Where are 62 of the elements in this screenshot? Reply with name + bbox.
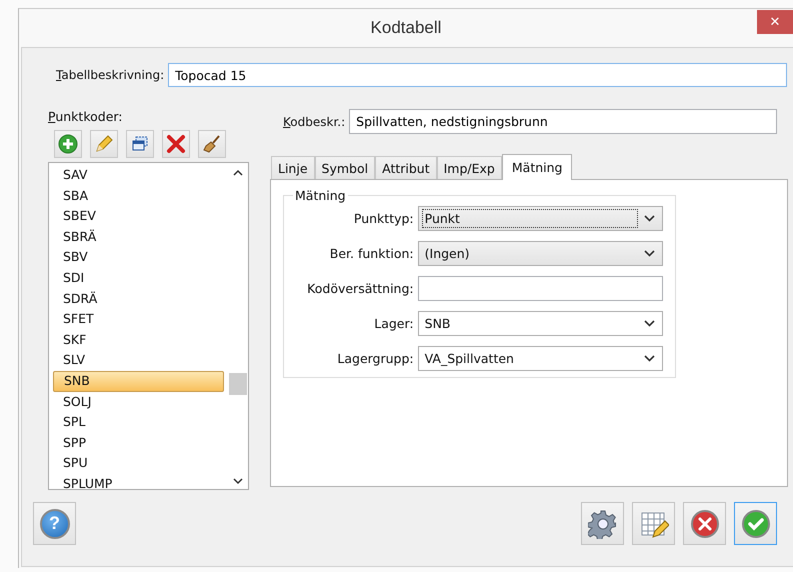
- dropdown[interactable]: Punkt: [418, 206, 663, 231]
- list-item[interactable]: SPU: [53, 453, 224, 474]
- settings-button[interactable]: [581, 502, 624, 545]
- delete-icon: [166, 134, 186, 154]
- tab[interactable]: Attribut: [375, 156, 437, 179]
- cancel-button[interactable]: [683, 502, 726, 545]
- input-field[interactable]: [418, 276, 663, 301]
- input-field[interactable]: Spillvatten, nedstigningsbrunn: [349, 109, 777, 134]
- list-item[interactable]: SPLUMP: [53, 474, 224, 489]
- field-label: Tabellbeskrivning:: [56, 68, 164, 82]
- scroll-down-icon: [233, 478, 243, 485]
- list-item[interactable]: SBRÄ: [53, 226, 224, 248]
- list-item[interactable]: SFET: [53, 309, 224, 330]
- list-item[interactable]: SDRÄ: [53, 288, 224, 310]
- list-item[interactable]: SPP: [53, 432, 224, 454]
- field-label: Lagergrupp:: [336, 351, 414, 366]
- window-title: Kodtabell: [370, 18, 442, 38]
- chevron-down-icon: [644, 250, 655, 257]
- broom-icon: [202, 134, 222, 154]
- close-button[interactable]: ✕: [757, 10, 793, 34]
- chevron-down-icon: [644, 355, 655, 362]
- dropdown[interactable]: VA_Spillvatten: [418, 346, 663, 371]
- field-label: Kodöversättning:: [306, 281, 414, 296]
- scrollbar-thumb[interactable]: [229, 373, 247, 395]
- toolbar-button[interactable]: [198, 130, 226, 158]
- list-item[interactable]: SKF: [53, 330, 224, 350]
- toolbar-button[interactable]: [90, 130, 118, 158]
- group-title: Mätning: [293, 188, 348, 203]
- dropdown[interactable]: (Ingen): [418, 241, 663, 266]
- field-label: Ber. funktion:: [328, 246, 414, 261]
- list-item[interactable]: SBV: [53, 247, 224, 268]
- list-item[interactable]: SDI: [53, 268, 224, 289]
- list-item[interactable]: SPL: [53, 412, 224, 433]
- gear-icon: [588, 508, 618, 538]
- tab[interactable]: Linje: [271, 156, 315, 179]
- toolbar-button[interactable]: [162, 130, 190, 158]
- dropdown[interactable]: SNB: [418, 311, 663, 336]
- check-icon: [740, 508, 770, 538]
- table-button[interactable]: [632, 502, 675, 545]
- list-item[interactable]: SAV: [53, 165, 224, 186]
- toolbar-button[interactable]: [126, 130, 154, 158]
- section-label: Punktkoder:: [48, 109, 124, 124]
- list-item[interactable]: SBEV: [53, 206, 224, 227]
- input-field[interactable]: Topocad 15: [168, 63, 787, 87]
- tab[interactable]: Mätning: [502, 154, 572, 180]
- tab[interactable]: Imp/Exp: [436, 156, 502, 179]
- chevron-down-icon: [644, 320, 655, 327]
- toolbar-button[interactable]: [54, 130, 82, 158]
- field-label: Kodbeskr.:: [283, 114, 346, 128]
- scroll-up-icon: [233, 169, 243, 176]
- field-label: Lager:: [373, 316, 414, 331]
- list-item[interactable]: SLV: [53, 350, 224, 371]
- cancel-icon: [690, 508, 720, 538]
- pencil-icon: [94, 134, 114, 154]
- list-item[interactable]: SOLJ: [53, 392, 224, 412]
- chevron-down-icon: [644, 215, 655, 222]
- tab[interactable]: Symbol: [314, 156, 376, 179]
- add-icon: [58, 134, 78, 154]
- ok-button[interactable]: [734, 502, 777, 545]
- list-item[interactable]: SBA: [53, 186, 224, 206]
- list-item[interactable]: SNB: [53, 370, 224, 392]
- field-label: Punkttyp:: [352, 211, 414, 226]
